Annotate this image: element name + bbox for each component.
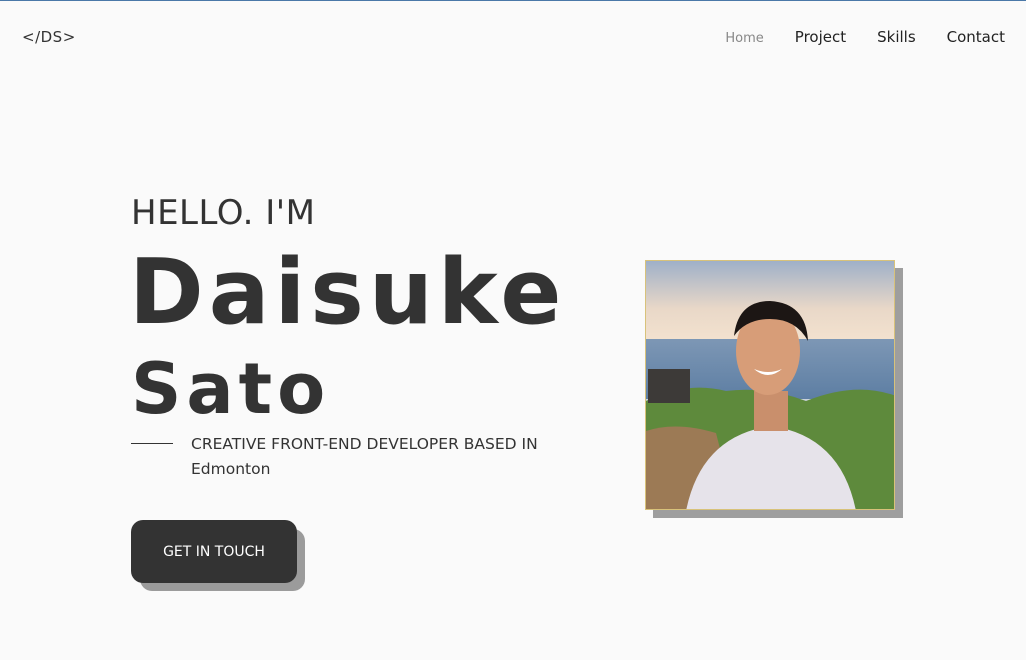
nav-home-link[interactable]: Home xyxy=(725,31,763,46)
hero-last-name: Sato xyxy=(131,348,331,430)
site-logo[interactable]: </DS> xyxy=(22,28,76,46)
nav-contact-link[interactable]: Contact xyxy=(947,28,1005,46)
nav-project-link[interactable]: Project xyxy=(795,28,846,46)
tagline-divider xyxy=(131,443,173,444)
main-nav: Home Project Skills Contact xyxy=(694,28,1005,46)
hero-greeting: HELLO. I'M xyxy=(131,193,316,233)
hero-tagline: CREATIVE FRONT-END DEVELOPER BASED IN Ed… xyxy=(191,435,538,478)
profile-photo xyxy=(645,260,895,510)
hero-first-name: Daisuke xyxy=(129,240,567,345)
get-in-touch-button[interactable]: GET IN TOUCH xyxy=(131,520,297,583)
nav-skills-link[interactable]: Skills xyxy=(877,28,916,46)
